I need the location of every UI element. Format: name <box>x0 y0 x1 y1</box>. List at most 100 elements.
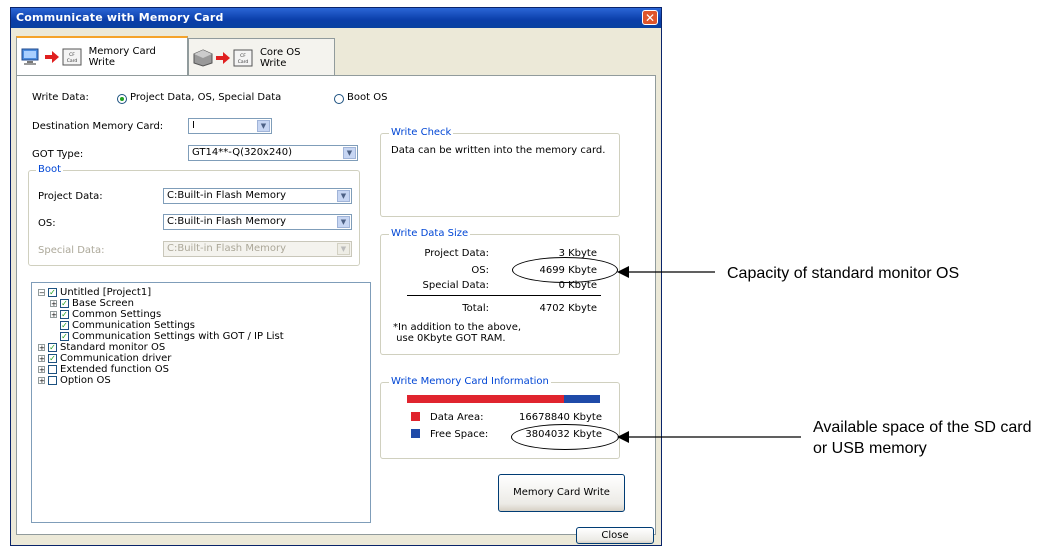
os-capacity-highlight <box>512 257 618 283</box>
tree-checkbox[interactable]: ✓ <box>60 310 69 319</box>
free-space-highlight <box>511 424 619 450</box>
arrow-left-icon <box>617 266 715 278</box>
tree-checkbox[interactable]: ✓ <box>60 299 69 308</box>
close-button[interactable]: Close <box>576 527 654 544</box>
destination-label: Destination Memory Card: <box>32 121 164 132</box>
expand-icon[interactable]: + <box>50 311 57 319</box>
got-type-select[interactable]: GT14**-Q(320x240) ▼ <box>188 145 358 161</box>
tree-connector <box>50 322 57 329</box>
size-total-label: Total: <box>462 303 489 314</box>
expand-icon[interactable]: + <box>50 300 57 308</box>
computer-icon <box>21 48 39 65</box>
memory-card-info-title: Write Memory Card Information <box>389 376 551 387</box>
tree-item[interactable]: ✓ Communication Settings with GOT / IP Li… <box>38 331 284 342</box>
tree-item[interactable]: + Option OS <box>38 375 284 386</box>
boot-os-select[interactable]: C:Built-in Flash Memory ▼ <box>163 214 352 230</box>
free-space-label: Free Space: <box>430 429 489 440</box>
collapse-icon[interactable]: − <box>38 289 45 297</box>
destination-value: I <box>192 120 195 131</box>
tree-item[interactable]: − ✓ Untitled [Project1] <box>38 287 284 298</box>
svg-text:CF: CF <box>240 53 246 59</box>
boot-special-label: Special Data: <box>38 245 105 256</box>
tab-label: Core OS Write <box>259 46 301 69</box>
tree-item[interactable]: + ✓ Communication driver <box>38 353 284 364</box>
usage-bar-data-fill <box>407 395 565 403</box>
write-data-size-title: Write Data Size <box>389 228 471 239</box>
tree-checkbox[interactable]: ✓ <box>60 332 69 341</box>
boot-project-value: C:Built-in Flash Memory <box>167 190 286 201</box>
tree-checkbox[interactable]: ✓ <box>48 343 57 352</box>
annotation-os-capacity: Capacity of standard monitor OS <box>727 265 960 282</box>
write-check-title: Write Check <box>389 127 454 138</box>
expand-icon[interactable]: + <box>38 344 45 352</box>
arrow-right-icon <box>215 51 230 64</box>
boot-project-label: Project Data: <box>38 191 103 202</box>
chevron-down-icon[interactable]: ▼ <box>257 120 270 132</box>
chevron-down-icon: ▼ <box>337 243 350 255</box>
tree-checkbox[interactable]: ✓ <box>48 354 57 363</box>
got-type-value: GT14**-Q(320x240) <box>192 147 292 158</box>
radio-project-os-special[interactable] <box>117 94 127 104</box>
memory-card-icon: CF Card <box>62 48 82 66</box>
tab-memory-card-write[interactable]: CF Card Memory Card Write <box>16 36 188 76</box>
chevron-down-icon[interactable]: ▼ <box>343 147 356 159</box>
expand-icon[interactable]: + <box>38 377 45 385</box>
chevron-down-icon[interactable]: ▼ <box>337 190 350 202</box>
tree-checkbox[interactable] <box>48 376 57 385</box>
data-area-swatch <box>411 412 420 421</box>
memory-card-write-button[interactable]: Memory Card Write <box>498 474 625 512</box>
svg-text:Card: Card <box>238 59 249 65</box>
size-project-label: Project Data: <box>424 248 489 259</box>
radio-boot-os-label[interactable]: Boot OS <box>347 92 387 103</box>
expand-icon[interactable]: + <box>38 366 45 374</box>
tree-item-label: Communication Settings <box>72 320 196 331</box>
boot-os-value: C:Built-in Flash Memory <box>167 216 286 227</box>
tree-item[interactable]: + ✓ Standard monitor OS <box>38 342 284 353</box>
tree-checkbox[interactable]: ✓ <box>60 321 69 330</box>
tree-checkbox[interactable] <box>48 365 57 374</box>
size-os-label: OS: <box>471 265 489 276</box>
data-area-label: Data Area: <box>430 412 484 423</box>
tree-item-label: Common Settings <box>72 309 162 320</box>
arrow-left-icon <box>617 431 801 443</box>
boot-special-value: C:Built-in Flash Memory <box>167 243 286 254</box>
total-divider <box>407 295 601 296</box>
destination-select[interactable]: I ▼ <box>188 118 272 134</box>
data-area-value: 16678840 Kbyte <box>519 412 602 423</box>
tree-item-label: Communication Settings with GOT / IP Lis… <box>72 331 284 342</box>
free-space-swatch <box>411 429 420 438</box>
expand-icon[interactable]: + <box>38 355 45 363</box>
chevron-down-icon[interactable]: ▼ <box>337 216 350 228</box>
size-special-label: Special Data: <box>422 280 489 291</box>
size-total-value: 4702 Kbyte <box>539 303 597 314</box>
boot-special-select: C:Built-in Flash Memory ▼ <box>163 241 352 257</box>
arrow-right-icon <box>45 51 60 63</box>
title-bar[interactable]: Communicate with Memory Card ✕ <box>11 8 661 28</box>
got-type-label: GOT Type: <box>32 149 84 160</box>
tab-core-os-write[interactable]: CF Card Core OS Write <box>188 38 335 76</box>
window-title: Communicate with Memory Card <box>16 11 224 24</box>
tree-item-label: Standard monitor OS <box>60 342 166 353</box>
svg-text:Card: Card <box>67 58 78 64</box>
write-check-message: Data can be written into the memory card… <box>391 145 606 156</box>
tree-item-label: Base Screen <box>72 298 134 309</box>
annotation-available-space-2: or USB memory <box>813 440 927 457</box>
memory-card-icon: CF Card <box>233 49 253 66</box>
annotation-available-space-1: Available space of the SD card <box>813 419 1032 436</box>
data-tree[interactable]: − ✓ Untitled [Project1] + ✓ Base Screen + ✓ Comm… <box>31 282 371 523</box>
tree-item[interactable]: ✓ Communication Settings <box>38 320 284 331</box>
close-window-icon[interactable]: ✕ <box>642 10 658 25</box>
boot-project-select[interactable]: C:Built-in Flash Memory ▼ <box>163 188 352 204</box>
tree-item[interactable]: + ✓ Base Screen <box>38 298 284 309</box>
tree-item[interactable]: + ✓ Common Settings <box>38 309 284 320</box>
tree-item[interactable]: + Extended function OS <box>38 364 284 375</box>
got-device-icon <box>193 48 213 67</box>
boot-os-label: OS: <box>38 218 56 229</box>
svg-text:CF: CF <box>69 52 75 58</box>
size-note: *In addition to the above, use 0Kbyte GO… <box>393 322 522 344</box>
tree-checkbox[interactable]: ✓ <box>48 288 57 297</box>
radio-project-os-special-label[interactable]: Project Data, OS, Special Data <box>130 92 281 103</box>
usage-bar <box>407 395 600 403</box>
radio-boot-os[interactable] <box>334 94 344 104</box>
tree-connector <box>50 333 57 340</box>
